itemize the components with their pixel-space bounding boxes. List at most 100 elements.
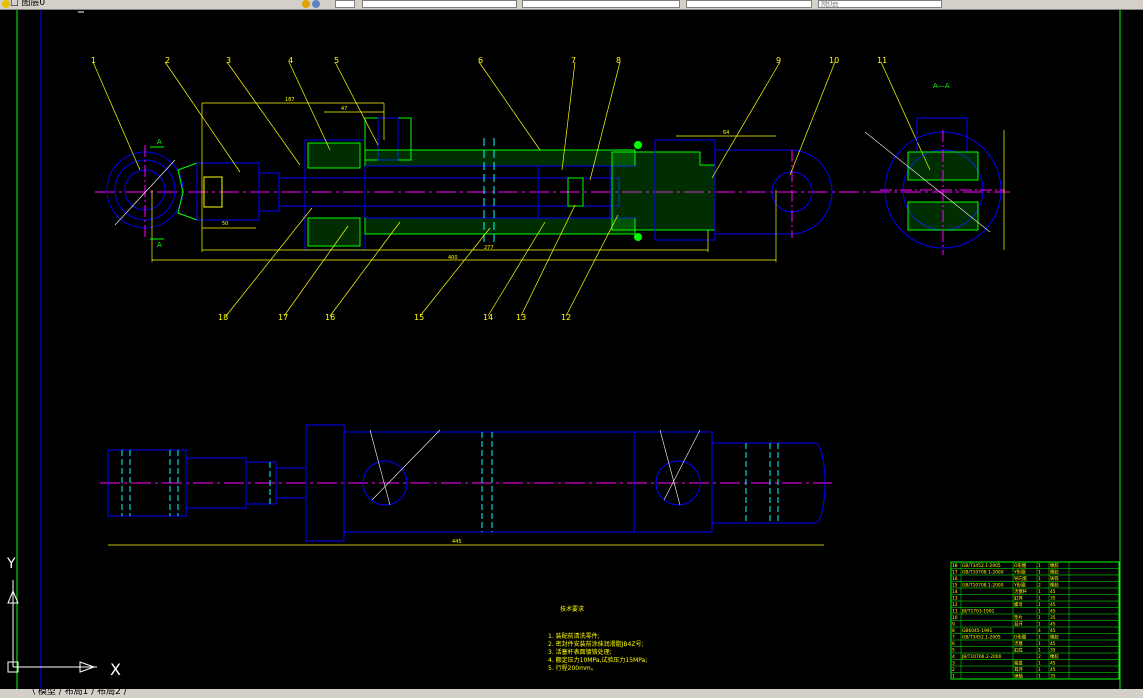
bom-cell: 12 [952, 602, 958, 608]
ext-tube [343, 431, 635, 533]
plotstyle-dropdown[interactable]: 随层 [818, 0, 942, 9]
balloon-9: 9 [776, 56, 781, 65]
balloon-4: 4 [288, 56, 293, 65]
exterior-view[interactable]: 445 [100, 424, 832, 546]
bom-cell: 17 [952, 570, 958, 576]
bom-cell: 45 [1050, 661, 1056, 667]
seal-dot-top [634, 141, 642, 149]
bom-cell: GB/T3452.1-2005 [962, 635, 1001, 641]
layout-tabs[interactable]: \ 模型 / 布局1 / 布局2 / [0, 687, 1143, 698]
bom-cell: 10 [952, 615, 958, 621]
bom-cell: 6 [952, 641, 955, 647]
dim-overall: 400 [448, 255, 458, 261]
bom-cell: 耳环 [1014, 667, 1023, 673]
gland-hatch-top [307, 142, 361, 169]
bom-cell: 1 [1038, 609, 1041, 615]
bom-cell: 45 [1050, 589, 1056, 595]
balloon-12: 12 [561, 313, 571, 322]
color-dropdown[interactable] [362, 0, 517, 8]
bom-cell: 45 [1050, 609, 1056, 615]
bom-cell: 15 [952, 583, 958, 589]
dim-top2: 47 [341, 106, 347, 112]
layer-lock-icon[interactable] [312, 0, 320, 8]
linetype-dropdown[interactable] [522, 0, 680, 8]
bom-cell: 导向套 [1014, 575, 1028, 582]
bom-cell: 橡胶 [1050, 582, 1059, 589]
layer-name[interactable]: □ 图层0 [10, 0, 45, 8]
dim-rod: 50 [222, 221, 228, 227]
section-a-a-label: A—A [933, 82, 950, 90]
bom-cell: 2 [952, 667, 955, 673]
sun-icon[interactable] [302, 0, 310, 8]
section-view[interactable]: 187 47 400 277 50 64 A A [95, 97, 1010, 262]
view-marker-a-bottom: A [157, 241, 162, 249]
bom-cell: O形圈 [1014, 634, 1027, 641]
notes-title: 技术要求 [560, 605, 584, 613]
bom-cell: 螺母 [1014, 601, 1023, 608]
bom-cell: 橡胶 [1050, 569, 1059, 576]
ucs-x-label: X [110, 660, 121, 679]
ext-leader-1 [369, 429, 391, 506]
bom-cell: 35 [1050, 615, 1056, 621]
bom-cell: 45 [1050, 641, 1056, 647]
bom-cell: 活塞 [1014, 640, 1023, 647]
bom-cell: 1 [1038, 641, 1041, 647]
bom-cell: 1 [1038, 661, 1041, 667]
gland-hatch-bottom [307, 217, 361, 247]
bom-cell: 7 [952, 635, 955, 641]
bom-cell: 1 [1038, 674, 1041, 680]
note-3: 3. 活塞杆表面镀铬处理; [548, 648, 612, 656]
bom-cell: 1 [1038, 563, 1041, 569]
balloon-5: 5 [334, 56, 339, 65]
bom-cell: GB/T10708.1-2000 [962, 570, 1004, 576]
bom-cell: 销轴 [1014, 673, 1023, 680]
lineweight-dropdown[interactable] [686, 0, 812, 8]
dim-total-bottom: 445 [452, 539, 462, 545]
bom-cell: 45 [1050, 667, 1056, 673]
bom-cell: O形圈 [1014, 562, 1027, 569]
bom-cell: 橡胶 [1050, 562, 1059, 569]
cad-toolbar: □ 图层0 随层 [0, 0, 1143, 10]
bom-cell: JB/T1703-1991 [961, 609, 995, 615]
bom-cell: 垫片 [1014, 614, 1023, 621]
balloon-14: 14 [483, 313, 493, 322]
balloon-13: 13 [516, 313, 526, 322]
layout-tab-labels[interactable]: \ 模型 / 布局1 / 布局2 / [32, 687, 127, 698]
bom-cell: 1 [1038, 667, 1041, 673]
note-1: 1. 装配前清洗零件; [548, 632, 600, 640]
section-a-a-view[interactable]: A—A [864, 82, 1005, 255]
balloon-17: 17 [278, 313, 288, 322]
bom-cell: 9 [952, 622, 955, 628]
part-leaders [92, 61, 931, 317]
balloon-8: 8 [616, 56, 621, 65]
bom-cell: 45 [1050, 602, 1056, 608]
note-5: 5. 行程200mm。 [548, 664, 597, 672]
part-numbers: 1 2 3 4 5 6 7 8 9 10 11 18 17 16 15 14 1… [91, 56, 887, 322]
bom-cell: 4 [952, 654, 955, 660]
note-2: 2. 密封件安装前涂抹润滑脂JB4Z号; [548, 640, 643, 648]
bom-cell: 端盖 [1014, 660, 1023, 667]
bom-cell: 1 [1038, 635, 1041, 641]
bom-cell: 1 [1038, 589, 1041, 595]
drawing-canvas[interactable]: 187 47 400 277 50 64 A A 1 2 3 4 5 6 7 8… [0, 10, 1143, 690]
rear-cap-hatch [611, 151, 716, 231]
bom-cell: Y形圈 [1013, 582, 1026, 589]
layer-dropdown[interactable] [335, 0, 355, 8]
bom-cell: 35 [1050, 596, 1056, 602]
ext-hidden-lines [121, 432, 779, 532]
balloon-6: 6 [478, 56, 483, 65]
balloon-10: 10 [829, 56, 839, 65]
dim-side: 64 [723, 130, 729, 136]
technical-notes: 技术要求 1. 装配前清洗零件; 2. 密封件安装前涂抹润滑脂JB4Z号; 3.… [548, 605, 647, 672]
bom-cell: 13 [952, 596, 958, 602]
dim-stroke: 277 [484, 245, 494, 251]
bom-cell: Y形圈 [1013, 569, 1026, 576]
bom-cell: GB/T3452.1-2005 [962, 563, 1001, 569]
bom-cell: 14 [952, 589, 958, 595]
bom-cell: 35 [1050, 648, 1056, 654]
bom-cell: 1 [1038, 570, 1041, 576]
balloon-1: 1 [91, 56, 96, 65]
bom-cell: 1 [1038, 648, 1041, 654]
bom-cell: 16 [952, 576, 958, 582]
layer-state-icon[interactable] [2, 0, 10, 8]
